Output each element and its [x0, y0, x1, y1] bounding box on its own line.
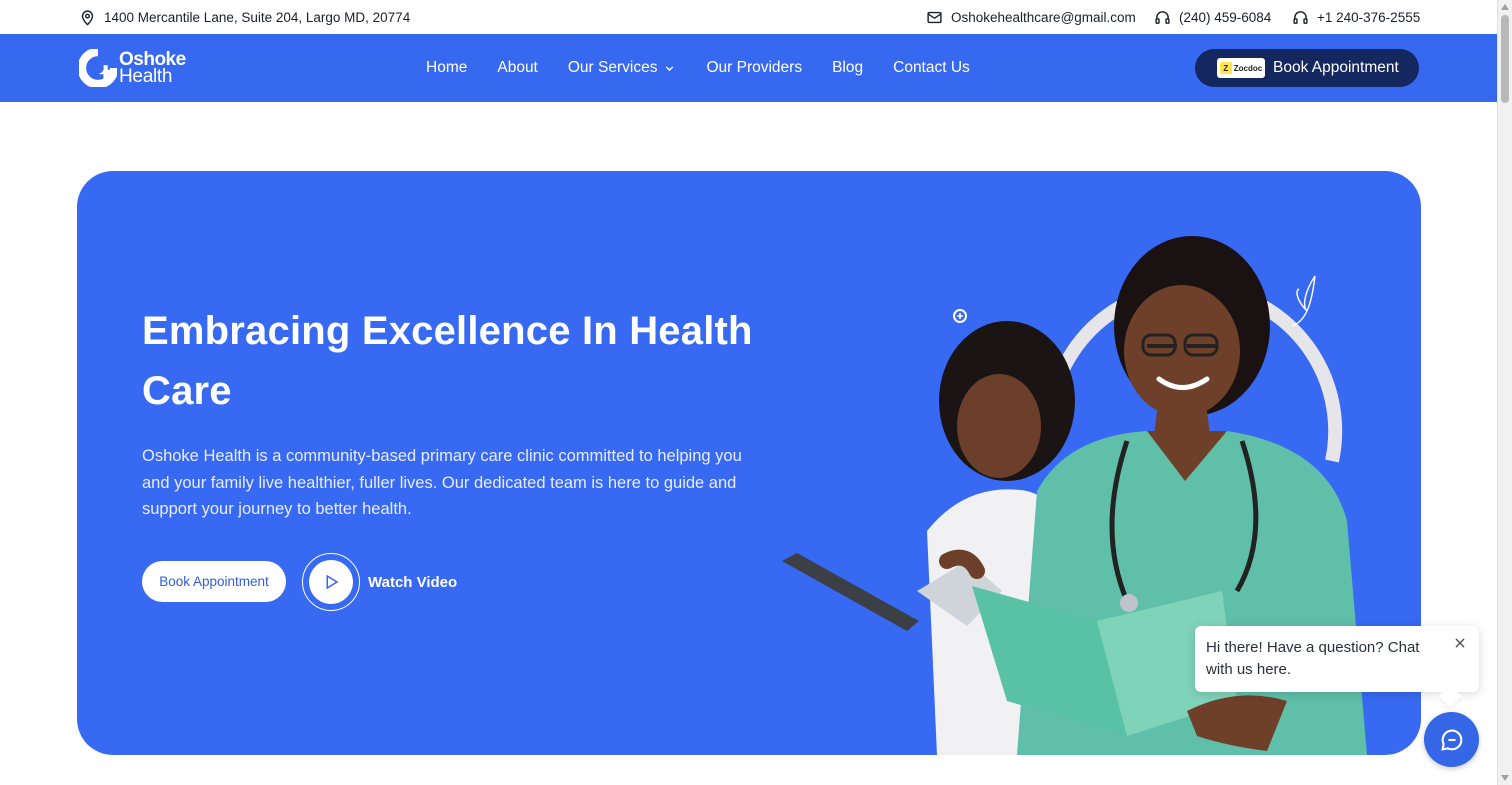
nav-book-appointment-button[interactable]: Z Zocdoc Book Appointment — [1195, 49, 1419, 87]
play-circle — [309, 560, 353, 604]
hero-book-label: Book Appointment — [159, 574, 269, 589]
chat-icon — [1440, 729, 1462, 751]
nav-our-services[interactable]: Our Services — [568, 59, 677, 77]
play-ring — [302, 553, 360, 611]
zocdoc-z-icon: Z — [1219, 62, 1232, 74]
scroll-down-arrow[interactable] — [1501, 775, 1509, 781]
page-scrollbar[interactable] — [1497, 0, 1512, 785]
address-text: 1400 Mercantile Lane, Suite 204, Largo M… — [104, 9, 411, 25]
logo-line-2: Health — [119, 66, 173, 87]
play-icon — [326, 574, 339, 590]
chevron-down-icon — [666, 65, 674, 71]
watch-video-label: Watch Video — [368, 573, 458, 591]
nav-services-label: Our Services — [567, 59, 658, 76]
logo[interactable]: Oshoke Health — [79, 48, 186, 88]
nav-contact-us[interactable]: Contact Us — [893, 59, 970, 77]
nav-home[interactable]: Home — [426, 59, 467, 77]
phone-link-2[interactable]: +1 240-376-2555 — [1292, 0, 1420, 34]
chat-launcher-button[interactable] — [1424, 712, 1479, 767]
logo-text: Oshoke Health — [119, 50, 186, 87]
close-icon[interactable] — [1453, 636, 1467, 650]
address-item: 1400 Mercantile Lane, Suite 204, Largo M… — [79, 0, 410, 34]
nav-blog[interactable]: Blog — [832, 59, 863, 77]
nav-providers-label: Our Providers — [706, 59, 803, 76]
nav-home-label: Home — [426, 59, 468, 76]
email-text: Oshokehealthcare@gmail.com — [951, 9, 1136, 25]
zocdoc-label: Zocdoc — [1233, 63, 1263, 73]
watch-video-button[interactable]: Watch Video — [302, 553, 457, 611]
headset-icon — [1293, 10, 1308, 24]
hero-book-appointment-button[interactable]: Book Appointment — [142, 561, 286, 602]
hero-title: Embracing Excellence In Health Care — [142, 309, 753, 413]
chat-message: Hi there! Have a question? Chat with us … — [1206, 639, 1420, 678]
phone-text-1: (240) 459-6084 — [1179, 9, 1272, 25]
phone-text-2: +1 240-376-2555 — [1317, 9, 1421, 25]
headset-icon — [1155, 10, 1170, 24]
nav-our-providers[interactable]: Our Providers — [706, 59, 802, 77]
phone-link-1[interactable]: (240) 459-6084 — [1154, 0, 1271, 34]
main-navbar: Oshoke Health Home About Our Services Ou… — [0, 34, 1497, 102]
scroll-thumb[interactable] — [1501, 15, 1509, 103]
email-link[interactable]: Oshokehealthcare@gmail.com — [926, 0, 1136, 34]
zocdoc-logo: Z Zocdoc — [1217, 58, 1265, 78]
chat-bubble[interactable]: Hi there! Have a question? Chat with us … — [1195, 626, 1479, 692]
nav-book-label: Book Appointment — [1273, 59, 1399, 76]
hero-description: Oshoke Health is a community-based prima… — [142, 447, 742, 518]
logo-mark-icon — [79, 49, 117, 87]
nav-blog-label: Blog — [832, 59, 864, 76]
nav-about[interactable]: About — [497, 59, 538, 77]
nav-contact-label: Contact Us — [893, 59, 970, 76]
nav-about-label: About — [497, 59, 538, 76]
mail-icon — [927, 11, 942, 23]
nav-links: Home About Our Services Our Providers Bl… — [426, 34, 1000, 102]
scroll-up-arrow[interactable] — [1501, 4, 1509, 10]
location-pin-icon — [81, 9, 94, 26]
contact-bar: 1400 Mercantile Lane, Suite 204, Largo M… — [0, 0, 1497, 34]
